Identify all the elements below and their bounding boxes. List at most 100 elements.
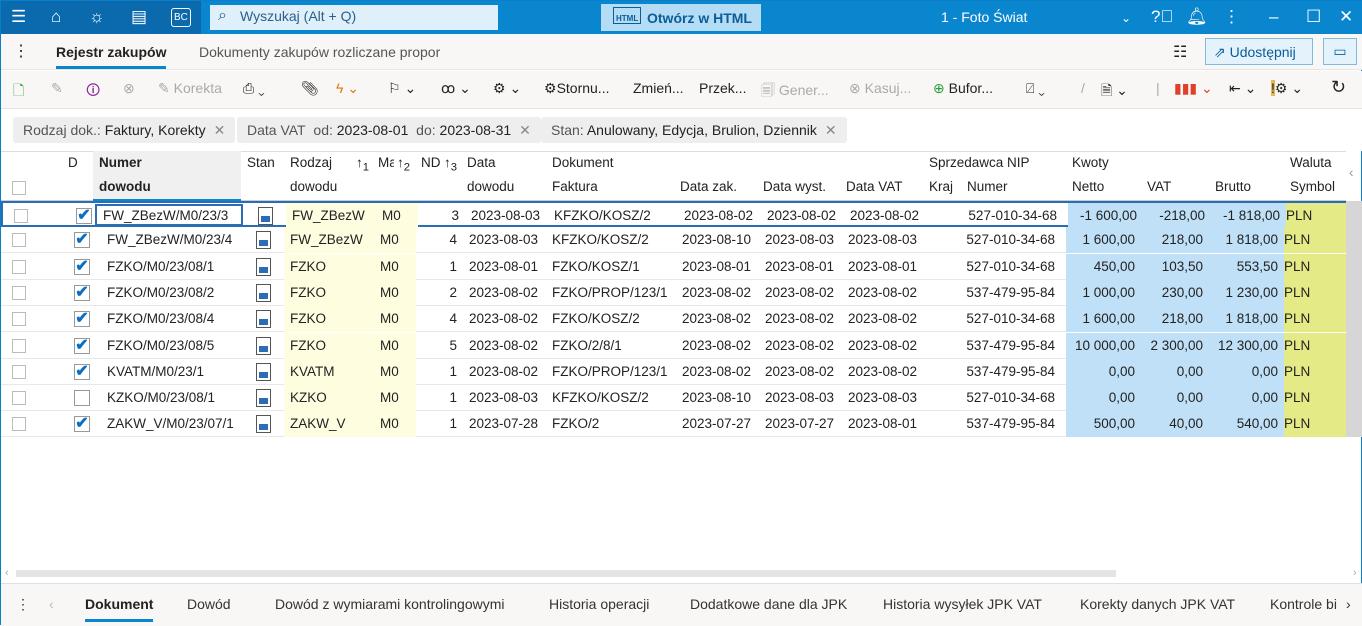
bottom-tab-historia-operacji[interactable]: Historia operacji	[549, 596, 649, 612]
remove-filter-icon[interactable]: ✕	[825, 122, 837, 138]
gener-button[interactable]: 🗐 Gener...	[761, 80, 829, 104]
col-vat[interactable]: VAT	[1147, 179, 1171, 194]
col-nip[interactable]: Numer	[967, 179, 1008, 194]
bottom-tab-dodatkowe-jpk[interactable]: Dodatkowe dane dla JPK	[690, 596, 847, 612]
col-kraj[interactable]: Kraj	[929, 179, 953, 194]
lightbulb-icon[interactable]: ☼	[89, 7, 105, 27]
d-checkbox[interactable]: ✔	[74, 232, 90, 249]
crossed-calendar-icon[interactable]: ⍁ ⌄	[1026, 80, 1045, 97]
print-icon[interactable]: ⎙ ⌄	[243, 80, 265, 97]
d-checkbox[interactable]	[74, 390, 90, 407]
col-rodzaj[interactable]: Rodzaj	[290, 155, 332, 170]
col-data-wyst[interactable]: Data wyst.	[763, 179, 826, 194]
table-row[interactable]: ✔ FZKO/M0/23/08/4 FZKO M0 4 2023-08-02 FZKO/KO…	[1, 306, 1346, 333]
table-row[interactable]: ✔ FZKO/M0/23/08/5 FZKO M0 5 2023-08-02 FZKO/2/…	[1, 332, 1346, 359]
news-icon[interactable]: ▤	[131, 7, 147, 27]
col-d[interactable]: D	[68, 155, 78, 170]
storno-button[interactable]: ⚙Stornu...	[544, 80, 609, 97]
korekta-button[interactable]: ✎ Korekta	[158, 80, 222, 97]
filter-chip-status[interactable]: Stan: Anulowany, Edycja, Brulion, Dzienn…	[541, 117, 847, 143]
document-settings-icon[interactable]: ⚙ ⌄	[493, 80, 521, 97]
d-checkbox[interactable]: ✔	[74, 363, 90, 380]
hamburger-menu-icon[interactable]: ☰	[11, 7, 26, 27]
row-select-checkbox[interactable]	[12, 259, 26, 274]
search-input[interactable]: ⌕ Wyszukaj (Alt + Q)	[210, 5, 498, 30]
table-row[interactable]: ✔ ZAKW_V/M0/23/07/1 ZAKW_V M0 1 2023-07-28 FZK…	[1, 411, 1346, 438]
kasuj-button[interactable]: ⊗ Kasuj...	[849, 80, 911, 97]
scroll-left-icon[interactable]: ‹	[1349, 165, 1354, 180]
share-button[interactable]: ⇗ Udostępnij	[1205, 38, 1313, 65]
bottom-tab-dokument[interactable]: Dokument	[85, 596, 154, 622]
table-row[interactable]: ✔ KVATM/M0/23/1 KVATM M0 1 2023-08-02 FZKO/PRO…	[1, 358, 1346, 385]
filter-chip-vat-date[interactable]: Data VAT od: 2023-08-01 do: 2023-08-31 ✕	[237, 117, 541, 143]
col-data-vat[interactable]: Data VAT	[846, 179, 903, 194]
col-symbol[interactable]: Symbol	[1290, 179, 1335, 194]
import-icon[interactable]: ⇤ ⌄	[1229, 80, 1256, 97]
sort-asc-icon[interactable]: ↑3	[444, 155, 457, 174]
row-select-checkbox[interactable]	[14, 209, 28, 223]
row-select-checkbox[interactable]	[12, 391, 26, 406]
tabs-menu-icon[interactable]: ⋮	[13, 41, 29, 61]
scroll-right-icon[interactable]: ›	[1353, 567, 1357, 579]
maximize-icon[interactable]: ☐	[1306, 7, 1321, 27]
comment-button[interactable]: ▭	[1323, 38, 1357, 65]
row-select-checkbox[interactable]	[12, 233, 26, 248]
row-select-checkbox[interactable]	[12, 338, 26, 353]
bc-icon[interactable]: BC	[171, 8, 191, 27]
close-icon[interactable]: ✕	[1339, 7, 1353, 27]
d-checkbox[interactable]: ✔	[74, 416, 90, 433]
chart-icon[interactable]: ▮▮▮ ⌄	[1174, 80, 1213, 97]
row-select-checkbox[interactable]	[12, 285, 26, 300]
d-checkbox[interactable]: ✔	[74, 337, 90, 354]
warning-settings-icon[interactable]: !⚙ ⌄	[1271, 80, 1303, 97]
col-netto[interactable]: Netto	[1072, 179, 1104, 194]
bottom-tab-korekty-jpk[interactable]: Korekty danych JPK VAT	[1080, 596, 1235, 612]
col-brutto[interactable]: Brutto	[1215, 179, 1251, 194]
document-calculator-icon[interactable]: 🗎 ⌄	[1101, 80, 1128, 104]
lightning-document-icon[interactable]: ϟ ⌄	[336, 80, 359, 97]
footprints-icon[interactable]: ꝏ ⌄	[441, 80, 471, 97]
filter-chip-document-type[interactable]: Rodzaj dok.: Faktury, Korekty ✕	[13, 117, 236, 143]
bufor-button[interactable]: ⊕ Bufor...	[933, 80, 993, 97]
table-row[interactable]: ✔ FZKO/M0/23/08/2 FZKO M0 2 2023-08-02 FZKO/PR…	[1, 279, 1346, 306]
col-nd[interactable]: ND	[421, 155, 441, 170]
przek-button[interactable]: Przek...	[699, 80, 746, 96]
table-row[interactable]: ✔ FW_ZBezW/M0/23/4 FW_ZBezW M0 4 2023-08-03 KF…	[1, 227, 1346, 254]
select-all-checkbox[interactable]	[12, 181, 26, 195]
bottom-tab-kontrole[interactable]: Kontrole bi	[1270, 596, 1338, 612]
flag-icon[interactable]: ⚐ ⌄	[388, 80, 416, 97]
d-checkbox[interactable]: ✔	[74, 258, 90, 275]
table-row[interactable]: KZKO/M0/23/08/1 KZKO M0 1 2023-08-03 KFZKO/KO…	[1, 385, 1346, 412]
bottom-tab-historia-wysylek[interactable]: Historia wysyłek JPK VAT	[883, 596, 1042, 612]
bell-icon[interactable]: 🔔︎	[1186, 7, 1208, 27]
d-checkbox[interactable]: ✔	[74, 311, 90, 328]
attachment-icon[interactable]: 📎︎	[301, 80, 319, 97]
refresh-icon[interactable]: ↻	[1331, 77, 1346, 98]
table-row[interactable]: ✔ FW_ZBezW/M0/23/3 FW_ZBezW M0 3 2023-08-03 KF…	[1, 201, 1348, 229]
chevron-down-icon[interactable]: ⌄	[1121, 11, 1131, 25]
col-numer[interactable]: Numer	[99, 155, 142, 170]
col-data-dowodu[interactable]: Data	[467, 155, 496, 170]
remove-filter-icon[interactable]: ✕	[519, 122, 531, 138]
d-checkbox[interactable]: ✔	[74, 284, 90, 301]
col-ma[interactable]: Ma	[378, 155, 394, 170]
sort-asc-icon[interactable]: ↑2	[397, 155, 410, 174]
row-select-checkbox[interactable]	[12, 364, 26, 379]
row-select-checkbox[interactable]	[12, 312, 26, 327]
vertical-scrollbar[interactable]	[1346, 201, 1362, 437]
document-info-icon[interactable]: 🛈	[86, 80, 100, 104]
tab-rejestr-zakupow[interactable]: Rejestr zakupów	[56, 44, 167, 69]
tab-dokumenty-proporcja[interactable]: Dokumenty zakupów rozliczane propor	[199, 44, 444, 60]
d-checkbox[interactable]: ✔	[76, 208, 92, 224]
table-row[interactable]: ✔ FZKO/M0/23/08/1 FZKO M0 1 2023-08-01 FZKO/KO…	[1, 253, 1346, 280]
help-icon[interactable]: ?⃝	[1151, 7, 1173, 27]
bottom-tabs-menu-icon[interactable]: ⋮	[16, 596, 30, 613]
edit-document-icon[interactable]: ✎	[51, 80, 63, 97]
bottom-tab-dowod-wymiary[interactable]: Dowód z wymiarami kontrolingowymi	[275, 596, 505, 612]
minimize-icon[interactable]: –	[1269, 7, 1278, 27]
zmien-button[interactable]: Zmień...	[633, 80, 684, 96]
sort-asc-icon[interactable]: ↑1	[356, 155, 369, 174]
scroll-left-icon[interactable]: ‹	[5, 567, 9, 579]
more-icon[interactable]: ⋮	[1223, 7, 1240, 27]
scroll-thumb[interactable]	[16, 570, 1116, 577]
